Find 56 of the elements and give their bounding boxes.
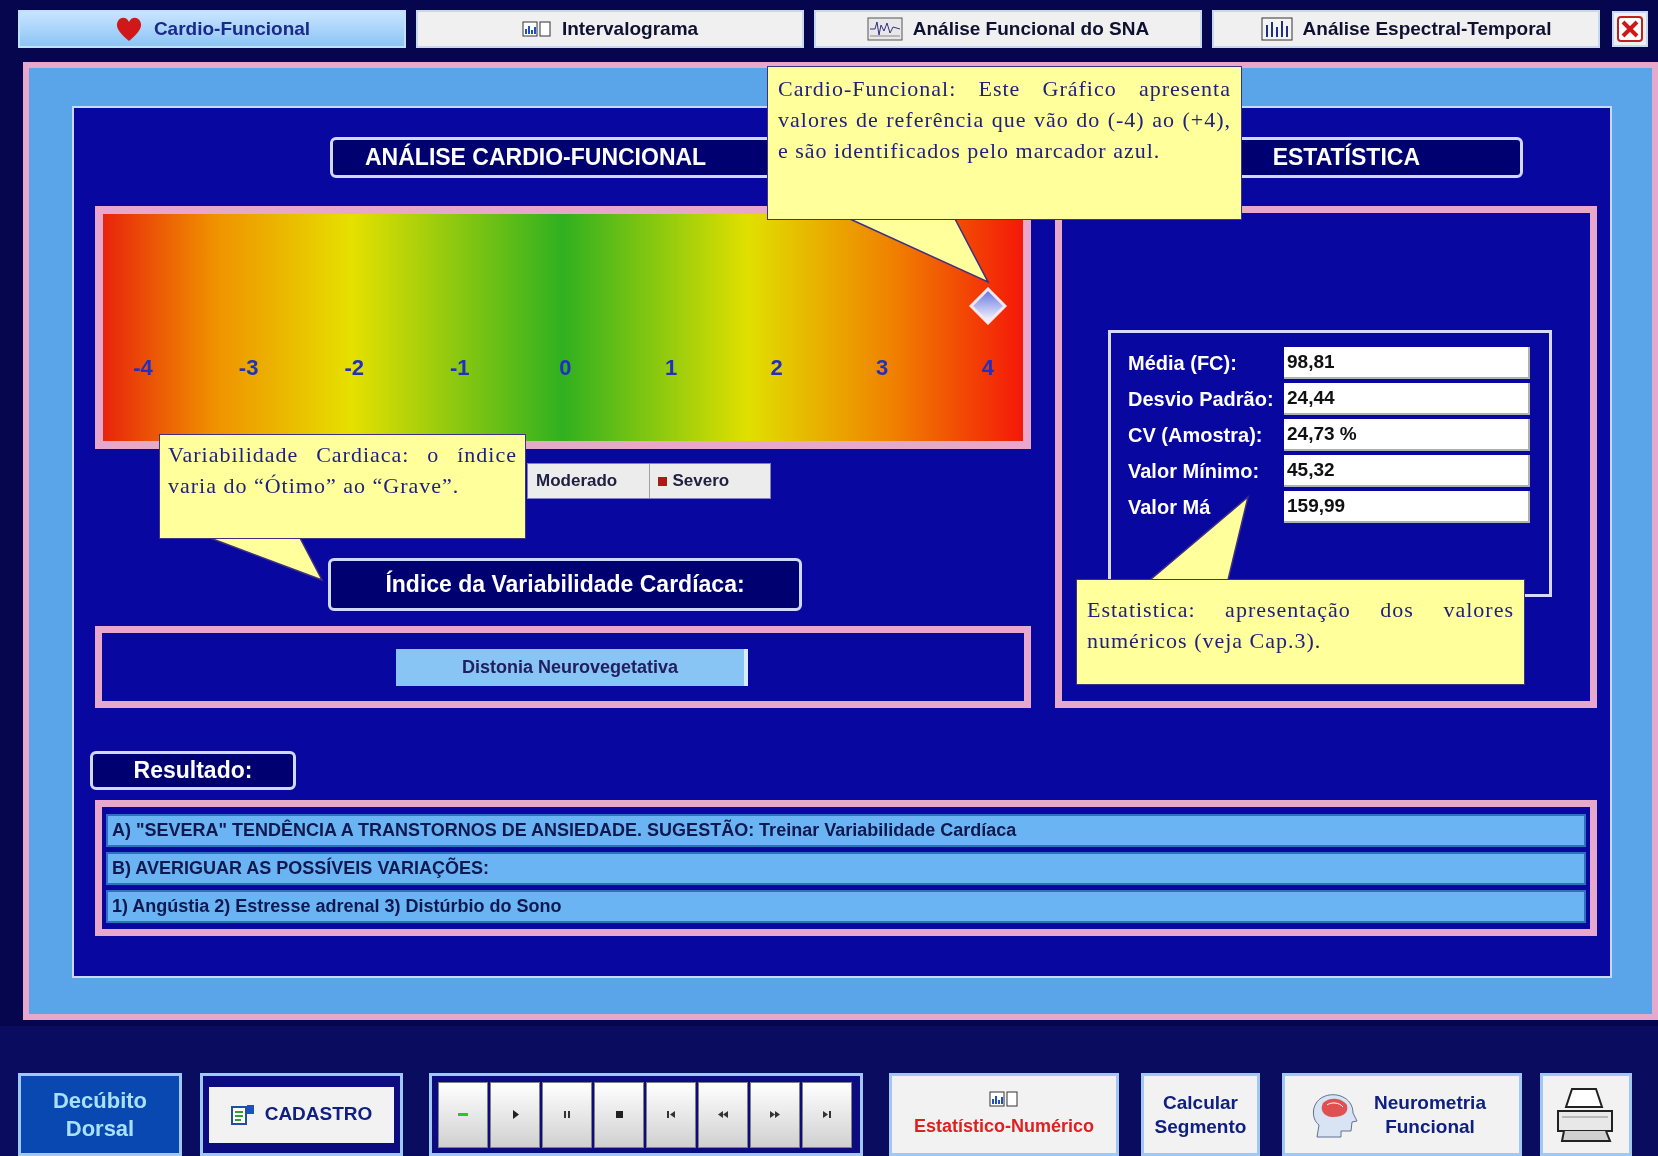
position-label: Decúbito Dorsal xyxy=(18,1073,182,1156)
stat-field: 159,99 xyxy=(1284,491,1530,523)
close-icon xyxy=(1617,16,1643,42)
stat-label: CV (Amostra): xyxy=(1128,423,1264,448)
stat-label: Desvio Padrão: xyxy=(1128,387,1275,412)
fast-forward-icon xyxy=(769,1108,781,1121)
calculate-segment-button[interactable]: Calcular Segmento xyxy=(1141,1073,1260,1156)
pause-icon xyxy=(561,1108,573,1121)
media-button[interactable] xyxy=(594,1081,644,1148)
heading-text: ESTATÍSTICA xyxy=(1272,142,1420,173)
print-button[interactable] xyxy=(1540,1073,1632,1156)
chart-icon xyxy=(989,1089,1019,1109)
close-button[interactable] xyxy=(1612,11,1648,47)
stat-field: 98,81 xyxy=(1284,347,1530,379)
statistics-button[interactable]: Estatístico-Numérico xyxy=(889,1073,1119,1156)
skip-back-icon xyxy=(665,1108,677,1121)
media-button[interactable] xyxy=(646,1081,696,1148)
stat-field: 45,32 xyxy=(1284,455,1530,487)
index-label: Índice da Variabilidade Cardíaca: xyxy=(328,558,802,611)
legend-label: Severo xyxy=(672,470,730,493)
cadastro-button[interactable]: CADASTRO xyxy=(209,1086,394,1143)
tab[interactable]: Intervalograma xyxy=(416,10,804,48)
heading-text: ANÁLISE CARDIO-FUNCIONAL xyxy=(365,142,707,173)
media-button[interactable] xyxy=(802,1081,852,1148)
media-button[interactable] xyxy=(542,1081,592,1148)
scale-label: 0 xyxy=(558,354,573,382)
scale-label: -1 xyxy=(449,354,471,382)
skip-forward-icon xyxy=(821,1108,833,1121)
stat-field: 24,73 % xyxy=(1284,419,1530,451)
scale-label: 3 xyxy=(875,354,890,382)
tab[interactable]: Análise Funcional do SNA xyxy=(814,10,1202,48)
rewind-icon xyxy=(717,1108,729,1121)
chart-icon xyxy=(521,19,552,39)
index-value: Distonia Neurovegetativa xyxy=(396,648,748,686)
tab[interactable]: Análise Espectral-Temporal xyxy=(1212,10,1600,48)
tab[interactable]: Cardio-Funcional xyxy=(18,10,406,48)
legend-label: Moderado xyxy=(536,470,618,493)
scale-label: 4 xyxy=(980,354,995,382)
media-button[interactable] xyxy=(698,1081,748,1148)
stat-field: 24,44 xyxy=(1284,383,1530,415)
scale-label: 2 xyxy=(769,354,784,382)
media-button[interactable] xyxy=(750,1081,800,1148)
neurometry-button[interactable]: Neurometria Funcional xyxy=(1282,1073,1522,1156)
stat-label: Média (FC): xyxy=(1128,351,1238,376)
result-title: Resultado: xyxy=(90,751,296,790)
media-button[interactable] xyxy=(490,1081,540,1148)
scale-label: -2 xyxy=(343,354,365,382)
stop-icon xyxy=(613,1108,625,1121)
scale-label: 1 xyxy=(663,354,679,382)
bar-chart-icon xyxy=(1260,17,1293,41)
stat-label: Valor Má xyxy=(1128,495,1212,520)
scale-label: -4 xyxy=(132,354,154,382)
form-icon xyxy=(230,1103,255,1126)
scale-label: -3 xyxy=(237,354,260,382)
stat-label: Valor Mínimo: xyxy=(1128,459,1261,484)
waveform-icon xyxy=(866,17,903,41)
